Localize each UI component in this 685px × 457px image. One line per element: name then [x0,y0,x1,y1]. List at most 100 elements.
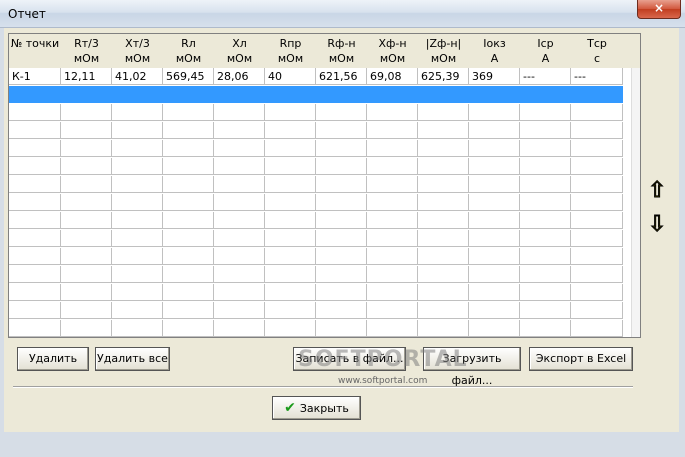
table-cell[interactable] [367,212,418,229]
table-cell[interactable] [163,176,214,193]
table-row[interactable] [9,302,623,319]
table-cell[interactable] [571,140,623,157]
table-cell[interactable]: 369 [469,68,520,85]
column-header[interactable]: Rф-н мОм [316,34,367,68]
table-cell[interactable] [265,320,316,337]
table-cell[interactable] [214,158,265,175]
table-cell[interactable] [316,284,367,301]
table-cell[interactable] [214,230,265,247]
table-cell[interactable] [316,230,367,247]
table-cell[interactable] [112,284,163,301]
table-row[interactable] [9,194,623,211]
table-cell[interactable] [367,86,418,103]
table-cell[interactable] [520,248,571,265]
table-cell[interactable] [112,320,163,337]
table-cell[interactable] [571,158,623,175]
table-cell[interactable] [112,194,163,211]
table-cell[interactable]: 41,02 [112,68,163,85]
table-cell[interactable] [112,122,163,139]
table-cell[interactable] [61,284,112,301]
table-cell[interactable] [9,86,61,103]
table-cell[interactable] [520,104,571,121]
table-cell[interactable] [367,230,418,247]
table-row[interactable] [9,266,623,283]
table-cell[interactable] [112,158,163,175]
table-cell[interactable] [520,212,571,229]
table-cell[interactable] [61,140,112,157]
table-cell[interactable] [316,320,367,337]
table-cell[interactable] [214,104,265,121]
table-cell[interactable] [520,158,571,175]
table-cell[interactable] [571,212,623,229]
table-cell[interactable] [367,140,418,157]
table-cell[interactable] [418,230,469,247]
table-cell[interactable] [61,212,112,229]
table-cell[interactable] [61,302,112,319]
table-cell[interactable] [571,248,623,265]
table-cell[interactable] [214,284,265,301]
table-cell[interactable] [418,140,469,157]
column-header[interactable]: Rт/3 мОм [61,34,112,68]
table-cell[interactable] [163,104,214,121]
table-cell[interactable] [469,194,520,211]
table-cell[interactable] [367,122,418,139]
table-cell[interactable] [367,266,418,283]
table-cell[interactable] [418,302,469,319]
table-cell[interactable] [520,140,571,157]
table-cell[interactable] [61,176,112,193]
report-grid[interactable]: № точки Rт/3 мОм Xт/3 мОм Rл мОм Xл мОм Rпр мОм Rф-… [8,33,641,338]
table-cell[interactable] [469,248,520,265]
table-cell[interactable] [367,104,418,121]
column-header[interactable]: Tср с [571,34,623,68]
table-cell[interactable] [163,86,214,103]
table-cell[interactable] [9,176,61,193]
table-cell[interactable] [163,158,214,175]
column-header[interactable]: Rл мОм [163,34,214,68]
table-cell[interactable]: К-1 [9,68,61,85]
table-row[interactable] [9,158,623,175]
table-cell[interactable] [418,266,469,283]
table-row[interactable] [9,140,623,157]
table-cell[interactable] [9,158,61,175]
column-header[interactable]: Rпр мОм [265,34,316,68]
table-cell[interactable] [265,176,316,193]
table-cell[interactable] [9,266,61,283]
table-cell[interactable] [163,284,214,301]
table-cell[interactable] [418,122,469,139]
table-cell[interactable] [418,248,469,265]
table-cell[interactable] [520,176,571,193]
table-row[interactable] [9,320,623,337]
table-cell[interactable] [520,86,571,103]
table-cell[interactable] [163,122,214,139]
table-cell[interactable] [163,194,214,211]
table-row[interactable] [9,248,623,265]
table-row[interactable] [9,230,623,247]
table-cell[interactable] [367,320,418,337]
table-cell[interactable]: 12,11 [61,68,112,85]
table-cell[interactable] [367,248,418,265]
table-row-selected[interactable] [9,86,623,103]
table-cell[interactable] [469,302,520,319]
column-header[interactable]: Xл мОм [214,34,265,68]
table-cell[interactable] [316,302,367,319]
table-cell[interactable] [112,212,163,229]
table-cell[interactable] [316,86,367,103]
column-header[interactable]: № точки [9,34,61,68]
table-cell[interactable]: 569,45 [163,68,214,85]
table-cell[interactable] [571,266,623,283]
table-cell[interactable] [316,248,367,265]
table-cell[interactable] [316,140,367,157]
table-cell[interactable] [265,266,316,283]
table-cell[interactable] [571,194,623,211]
table-cell[interactable]: 40 [265,68,316,85]
table-cell[interactable] [418,320,469,337]
delete-all-button[interactable]: Удалить все [95,347,170,371]
table-row[interactable]: К-1 12,11 41,02 569,45 28,06 40 621,56 69,08 625… [9,68,623,85]
table-cell[interactable] [163,212,214,229]
table-row[interactable] [9,122,623,139]
table-cell[interactable] [214,302,265,319]
table-cell[interactable] [418,212,469,229]
table-cell[interactable] [571,284,623,301]
table-cell[interactable] [469,212,520,229]
table-cell[interactable] [214,266,265,283]
